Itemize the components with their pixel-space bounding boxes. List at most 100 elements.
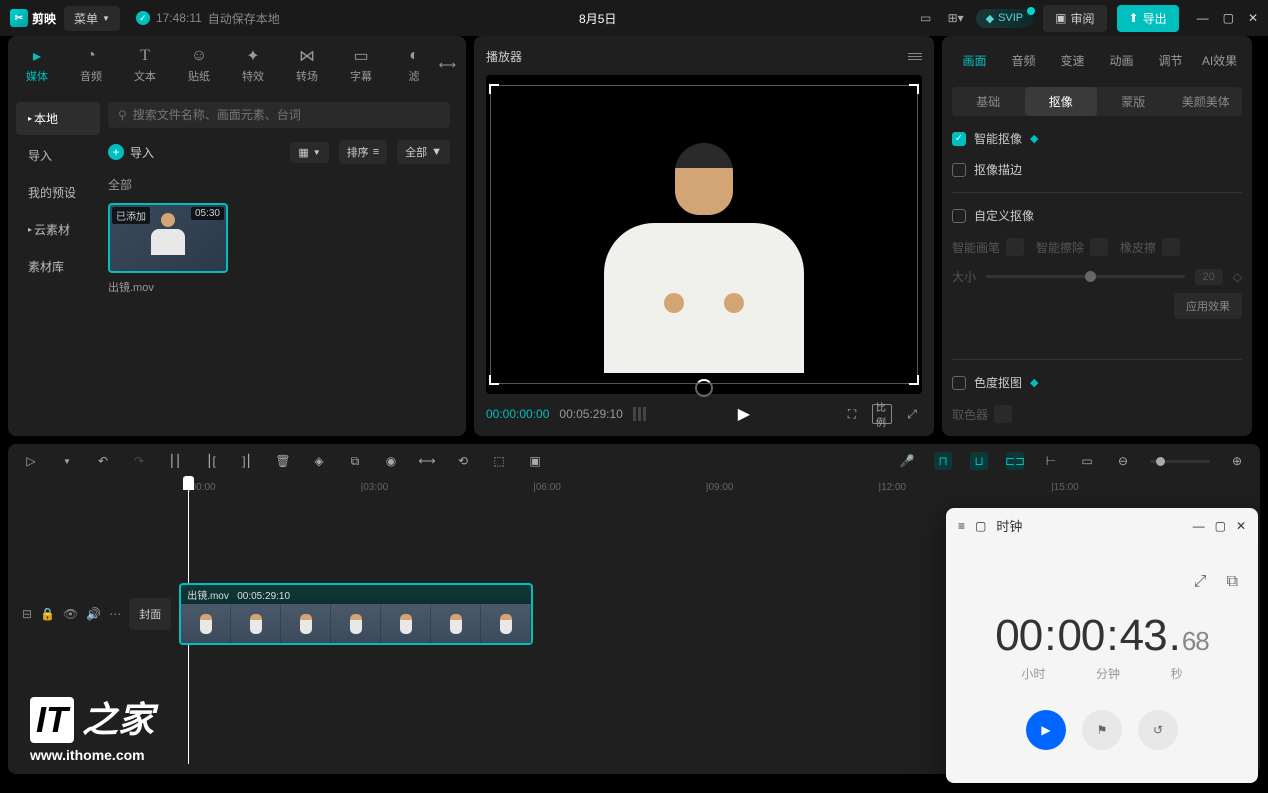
tab-sticker[interactable]: ☺贴纸 [180,42,218,88]
tab-effects[interactable]: ✦特效 [234,42,272,88]
search-input[interactable] [133,108,440,122]
track-visible-icon[interactable]: 👁 [63,607,78,621]
search-bar[interactable]: ⚲ [108,102,450,128]
cover-button[interactable]: 封面 [129,598,171,630]
filter-all-button[interactable]: 全部 ▼ [397,140,450,164]
sort-button[interactable]: 排序 ≡ [339,140,387,164]
select-tool[interactable]: ▷ [22,452,40,470]
image-tool[interactable]: ▣ [526,452,544,470]
magnet-tool-1[interactable]: ⊓ [934,452,952,470]
export-button[interactable]: ⬆ 导出 [1117,5,1179,32]
magnet-tool-2[interactable]: ⊔ [970,452,988,470]
tab-animation[interactable]: 动画 [1099,46,1144,75]
preview-tool[interactable]: ▭ [1078,452,1096,470]
split-left-tool[interactable]: ⎮[ [202,452,220,470]
tab-subtitle[interactable]: ▭字幕 [342,42,380,88]
chroma-checkbox[interactable] [952,376,966,390]
clock-menu-icon[interactable]: ≡ [958,519,965,533]
media-thumbnail[interactable]: 已添加 05:30 出镜.mov [108,203,228,295]
magnet-tool-3[interactable]: ⊏⊐ [1006,452,1024,470]
tab-ai[interactable]: AI效果 [1197,46,1242,75]
subtab-beauty[interactable]: 美颜美体 [1170,87,1243,116]
hamburger-icon[interactable] [908,53,922,60]
expand-icon[interactable]: ⤢ [1194,573,1207,591]
tab-transition[interactable]: ⋈转场 [288,42,326,88]
stopwatch-lap-button[interactable]: ⚑ [1082,710,1122,750]
sidebar-item-import[interactable]: 导入 [16,139,100,172]
expand-tabs-button[interactable]: ⟷ [439,58,456,72]
track-toggle-icon[interactable]: ⊟ [22,607,32,621]
clock-pin-icon[interactable]: ▢ [975,519,986,533]
zoom-out-button[interactable]: ⊖ [1114,452,1132,470]
layout-icon[interactable]: ▭ [916,8,936,28]
apply-button[interactable]: 应用效果 [1174,293,1242,319]
record-tool[interactable]: ◉ [382,452,400,470]
tab-speed[interactable]: 变速 [1050,46,1095,75]
zoom-in-button[interactable]: ⊕ [1228,452,1246,470]
copy-tool[interactable]: ⧉ [346,452,364,470]
align-tool[interactable]: ⊢ [1042,452,1060,470]
all-label: 全部 [405,144,427,160]
close-icon[interactable]: ✕ [1248,11,1258,25]
undo-button[interactable]: ↶ [94,452,112,470]
subtab-basic[interactable]: 基础 [952,87,1025,116]
grid-icon[interactable]: ⊞▾ [946,8,966,28]
stopwatch-play-button[interactable]: ▶ [1026,710,1066,750]
video-preview[interactable] [486,75,922,394]
tab-text[interactable]: T文本 [126,42,164,88]
stopwatch-reset-button[interactable]: ↺ [1138,710,1178,750]
tab-picture[interactable]: 画面 [952,46,997,75]
split-right-tool[interactable]: ]⎮ [238,452,256,470]
zoom-slider[interactable] [1150,460,1210,463]
import-button[interactable]: + 导入 [108,144,154,161]
ratio-button[interactable]: 比例 [872,404,892,424]
clock-minimize-icon[interactable]: — [1193,519,1205,533]
thumbnail-grid: 已添加 05:30 出镜.mov [108,203,450,295]
delete-tool[interactable]: 🗑 [274,452,292,470]
time-ruler[interactable]: |00:00 |03:00 |06:00 |09:00 |12:00 |15:0… [8,482,1260,493]
mirror-tool[interactable]: ⟷ [418,452,436,470]
clock-maximize-icon[interactable]: ▢ [1215,519,1226,533]
bars-icon[interactable] [633,407,646,421]
sidebar-item-local[interactable]: ▸本地 [16,102,100,135]
view-button[interactable]: ▦ ▼ [290,142,328,163]
crop-tool[interactable]: ⬚ [490,452,508,470]
clock-close-icon[interactable]: ✕ [1236,519,1246,533]
focus-icon[interactable]: ⛶ [842,404,862,424]
custom-checkbox[interactable] [952,209,966,223]
stepper-icon[interactable]: ◇ [1233,270,1242,284]
outline-checkbox[interactable] [952,163,966,177]
minimize-icon[interactable]: — [1197,11,1209,25]
redo-button[interactable]: ↷ [130,452,148,470]
sidebar-item-cloud[interactable]: ▸云素材 [16,213,100,246]
track-mute-icon[interactable]: 🔊 [86,607,101,621]
select-dropdown[interactable]: ▼ [58,452,76,470]
subtab-mask[interactable]: 蒙版 [1097,87,1170,116]
tab-audio[interactable]: ◔音频 [72,42,110,88]
play-button[interactable]: ▶ [656,404,832,424]
smart-cutout-checkbox[interactable]: ✓ [952,132,966,146]
mic-icon[interactable]: 🎤 [898,452,916,470]
menu-button[interactable]: 菜单 ▼ [64,6,120,31]
sidebar-item-library[interactable]: 素材库 [16,250,100,283]
tab-filter[interactable]: ◐滤 [396,42,432,88]
eraser-tool: 智能擦除 [1036,238,1108,256]
size-value[interactable]: 20 [1195,269,1223,285]
subtab-cutout[interactable]: 抠像 [1025,87,1098,116]
fullscreen-icon[interactable]: ⤢ [902,404,922,424]
tab-adjust[interactable]: 调节 [1148,46,1193,75]
tab-audio-prop[interactable]: 音频 [1001,46,1046,75]
svip-badge[interactable]: ◆ SVIP [976,9,1034,28]
track-more-icon[interactable]: ⋯ [109,607,121,621]
split-tool[interactable]: ⎮⎮ [166,452,184,470]
video-clip[interactable]: 出镜.mov 00:05:29:10 [179,583,533,645]
review-button[interactable]: ▣ 审阅 [1043,5,1106,32]
rotate-tool[interactable]: ⟲ [454,452,472,470]
track-lock-icon[interactable]: 🔒 [40,607,55,621]
tab-media[interactable]: ▸媒体 [18,42,56,88]
sidebar-item-presets[interactable]: 我的预设 [16,176,100,209]
size-slider[interactable] [986,275,1185,278]
marker-tool[interactable]: ◈ [310,452,328,470]
picture-in-picture-icon[interactable]: ⧉ [1227,573,1238,591]
maximize-icon[interactable]: ▢ [1223,11,1234,25]
